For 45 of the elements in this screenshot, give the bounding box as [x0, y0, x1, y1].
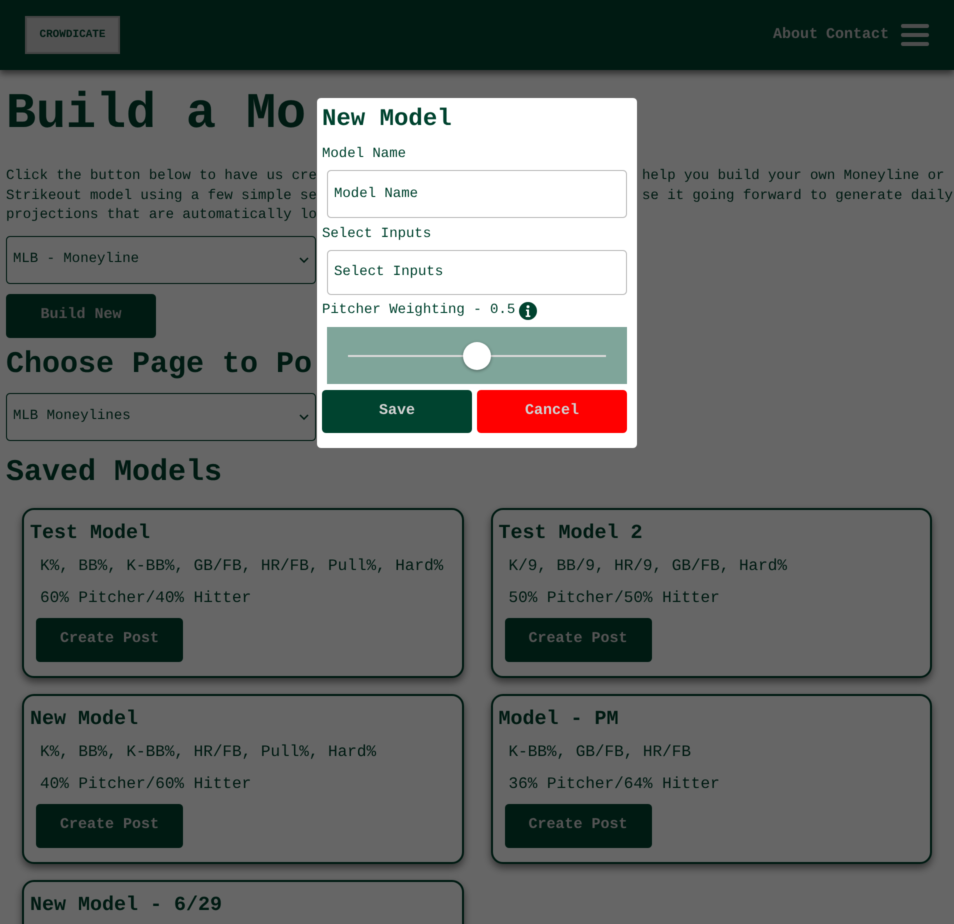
model-name: Test Model 2 — [498, 522, 644, 546]
menu-icon[interactable] — [901, 23, 929, 47]
slider-thumb[interactable] — [463, 342, 491, 370]
page-select[interactable]: MLB Moneylines — [6, 392, 316, 440]
model-name: Test Model — [30, 522, 152, 546]
field-label: Model Name — [322, 145, 408, 164]
create-post-button[interactable]: Create Post — [504, 804, 652, 848]
cancel-button[interactable]: Cancel — [477, 390, 627, 433]
chevron-down-icon — [299, 256, 309, 262]
select-inputs-field[interactable]: Select Inputs — [327, 250, 627, 295]
create-post-button[interactable]: Create Post — [504, 618, 652, 662]
info-icon[interactable] — [519, 302, 538, 320]
create-post-button[interactable]: Create Post — [36, 804, 183, 848]
model-weighting: 40% Pitcher/60% Hitter — [40, 774, 252, 794]
nav-link[interactable]: Contact — [826, 24, 889, 46]
model-weighting: 60% Pitcher/40% Hitter — [40, 588, 252, 608]
dialog-title: New Model — [322, 106, 453, 134]
intro-text: help you build your own Moneyline or — [642, 167, 946, 186]
logo[interactable]: CROWDICATE — [25, 16, 120, 54]
field-label: Select Inputs — [322, 225, 432, 244]
save-button[interactable]: Save — [322, 390, 472, 433]
model-weighting: 36% Pitcher/64% Hitter — [508, 774, 721, 794]
model-inputs: K/9, BB/9, HR/9, GB/FB, Hard% — [508, 554, 924, 578]
weighting-slider[interactable] — [348, 342, 606, 370]
page-title: Build a Mo — [6, 90, 306, 140]
model-inputs: K-BB%, GB/FB, HR/FB — [508, 740, 924, 764]
nav-link[interactable]: About — [772, 24, 818, 46]
model-type-select[interactable]: MLB - Moneyline — [6, 236, 316, 284]
model-name-field[interactable]: Model Name — [327, 170, 627, 218]
section-heading: Saved Models — [6, 454, 224, 492]
intro-text: Strikeout model using a few simple se — [6, 186, 317, 206]
model-name: Model - PM — [498, 708, 620, 732]
section-heading: Choose Page to Po — [6, 346, 312, 384]
model-inputs: K%, BB%, K-BB%, HR/FB, Pull%, Hard% — [40, 740, 456, 764]
chevron-down-icon — [299, 414, 309, 420]
model-name: New Model - 6/29 — [30, 894, 224, 918]
weighting-label: Pitcher Weighting - 0.5 — [322, 301, 516, 320]
model-name: New Model — [30, 708, 140, 732]
build-new-button[interactable]: Build New — [6, 294, 156, 338]
intro-text: Click the button below to have us cre — [6, 167, 317, 186]
create-post-button[interactable]: Create Post — [36, 618, 183, 662]
model-inputs: K%, BB%, K-BB%, GB/FB, HR/FB, Pull%, Hard% — [40, 554, 456, 578]
intro-text: se it going forward to generate daily — [642, 186, 953, 206]
model-weighting: 50% Pitcher/50% Hitter — [508, 588, 721, 608]
intro-text: projections that are automatically lo — [6, 206, 317, 225]
